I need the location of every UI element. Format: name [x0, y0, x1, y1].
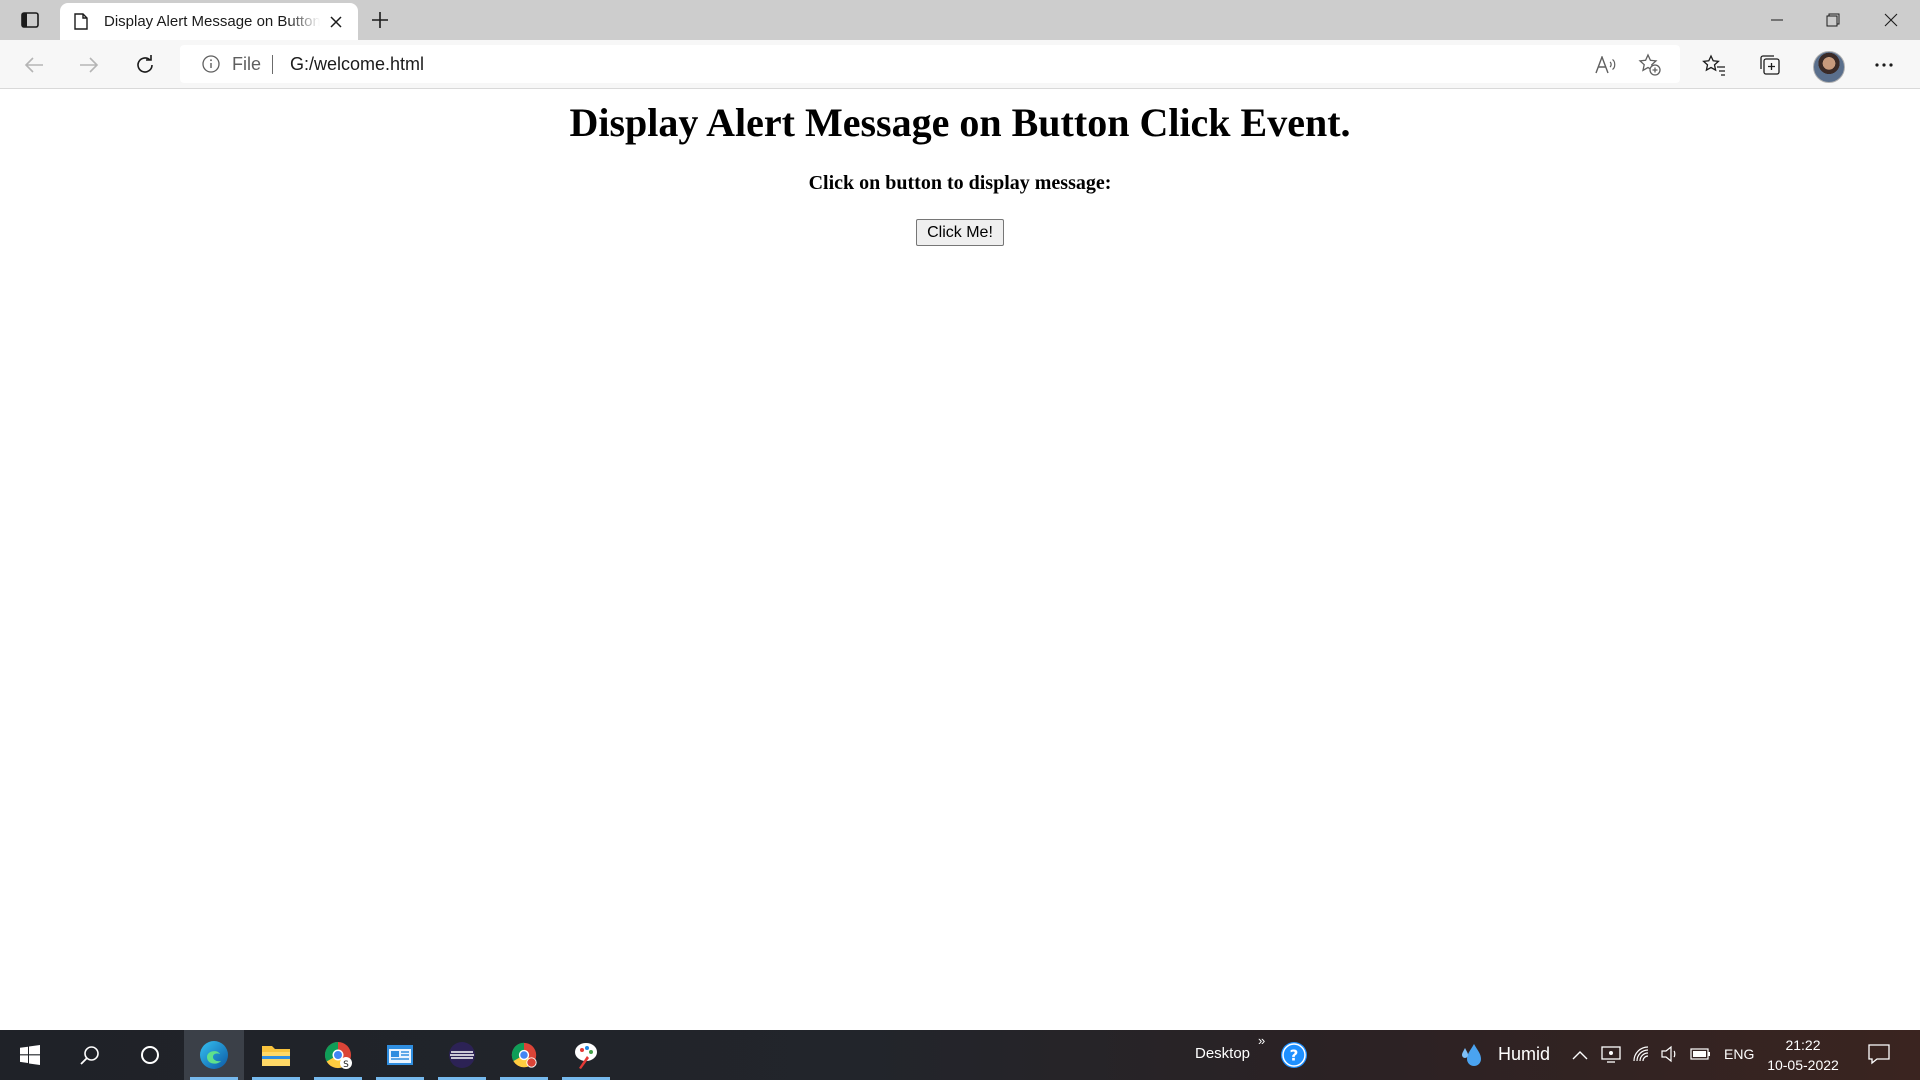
language-indicator[interactable]: ENG [1724, 1046, 1754, 1062]
folder-icon [262, 1046, 290, 1066]
search-icon [80, 1046, 99, 1065]
web-page-content: Display Alert Message on Button Click Ev… [0, 89, 1920, 1030]
minimize-icon [1771, 19, 1783, 21]
weather-droplet-icon[interactable] [1460, 1042, 1484, 1068]
taskbar-eclipse[interactable] [432, 1030, 492, 1080]
page-icon [74, 13, 90, 31]
address-bar[interactable]: File G:/welcome.html [180, 45, 1680, 83]
windows-icon [20, 1045, 40, 1065]
browser-tab-strip: Display Alert Message on Button Click Ev… [0, 0, 1920, 40]
tab-actions-button[interactable] [14, 7, 46, 33]
browser-toolbar: File G:/welcome.html [0, 40, 1920, 89]
taskbar-app-window[interactable] [370, 1030, 430, 1080]
search-button[interactable] [60, 1030, 120, 1080]
volume-icon[interactable] [1660, 1045, 1678, 1068]
url-text[interactable]: G:/welcome.html [290, 54, 424, 75]
restore-button[interactable] [1804, 0, 1862, 40]
edge-icon [200, 1041, 228, 1069]
taskbar-chrome-profile[interactable]: S [308, 1030, 368, 1080]
close-tab-icon[interactable] [326, 12, 346, 32]
more-dots-icon [1875, 63, 1893, 67]
clock-date: 10-05-2022 [1767, 1057, 1839, 1073]
click-me-button[interactable]: Click Me! [916, 219, 1004, 246]
wifi-icon[interactable] [1632, 1045, 1650, 1068]
tab-actions-icon [21, 12, 39, 28]
site-info-icon[interactable] [202, 55, 220, 73]
instruction-text: Click on button to display message: [808, 172, 1112, 194]
close-window-button[interactable] [1862, 0, 1920, 40]
add-favorite-icon[interactable] [1638, 53, 1662, 77]
desktop-chevron[interactable]: » [1258, 1033, 1265, 1048]
read-aloud-icon[interactable] [1594, 53, 1618, 77]
cortana-button[interactable] [120, 1030, 180, 1080]
arrow-right-icon [80, 57, 99, 73]
settings-more-button[interactable] [1868, 49, 1900, 81]
meet-now-icon[interactable] [1601, 1045, 1621, 1068]
notification-icon[interactable] [1868, 1043, 1890, 1070]
cortana-icon [141, 1046, 159, 1064]
collections-button[interactable] [1754, 49, 1786, 81]
chrome-profile-icon: S [324, 1041, 352, 1070]
plus-icon [372, 12, 388, 28]
forward-button[interactable] [73, 49, 105, 81]
help-icon[interactable]: ? [1280, 1041, 1308, 1069]
taskbar-file-explorer[interactable] [246, 1030, 306, 1080]
weather-label[interactable]: Humid [1498, 1044, 1550, 1065]
taskbar-paint-app[interactable] [556, 1030, 616, 1080]
browser-tab-active[interactable]: Display Alert Message on Button Click Ev… [60, 3, 358, 40]
clock-time: 21:22 [1785, 1037, 1821, 1053]
windows-taskbar: S Desktop » ? Humid ENG 21:22 10-05-2022 [0, 1030, 1920, 1080]
address-separator [272, 55, 273, 74]
back-button[interactable] [18, 49, 50, 81]
chrome-icon [511, 1042, 537, 1068]
restore-icon [1826, 13, 1840, 27]
desktop-toolbar-label[interactable]: Desktop [1195, 1045, 1250, 1062]
start-button[interactable] [0, 1030, 60, 1080]
refresh-button[interactable] [129, 49, 161, 81]
svg-text:?: ? [1290, 1047, 1299, 1065]
refresh-icon [137, 55, 153, 73]
collections-icon [1760, 55, 1780, 75]
page-heading: Display Alert Message on Button Click Ev… [569, 100, 1351, 145]
favorites-icon [1702, 54, 1725, 76]
taskbar-edge[interactable] [184, 1030, 244, 1080]
app-window-icon [387, 1045, 413, 1065]
scheme-label: File [232, 54, 262, 74]
chevron-up-icon[interactable] [1572, 1047, 1588, 1065]
paint-app-icon [575, 1043, 597, 1069]
battery-icon[interactable] [1690, 1047, 1712, 1066]
minimize-button[interactable] [1748, 0, 1806, 40]
taskbar-chrome[interactable] [494, 1030, 554, 1080]
close-icon [1884, 13, 1898, 27]
clock[interactable]: 21:22 10-05-2022 [1758, 1035, 1848, 1075]
new-tab-button[interactable] [366, 7, 394, 33]
eclipse-icon [449, 1042, 475, 1068]
svg-text:S: S [343, 1060, 349, 1070]
arrow-left-icon [24, 57, 43, 73]
tab-title: Display Alert Message on Button Click Ev… [104, 13, 320, 30]
profile-avatar[interactable] [1813, 51, 1845, 83]
favorites-button[interactable] [1698, 49, 1730, 81]
